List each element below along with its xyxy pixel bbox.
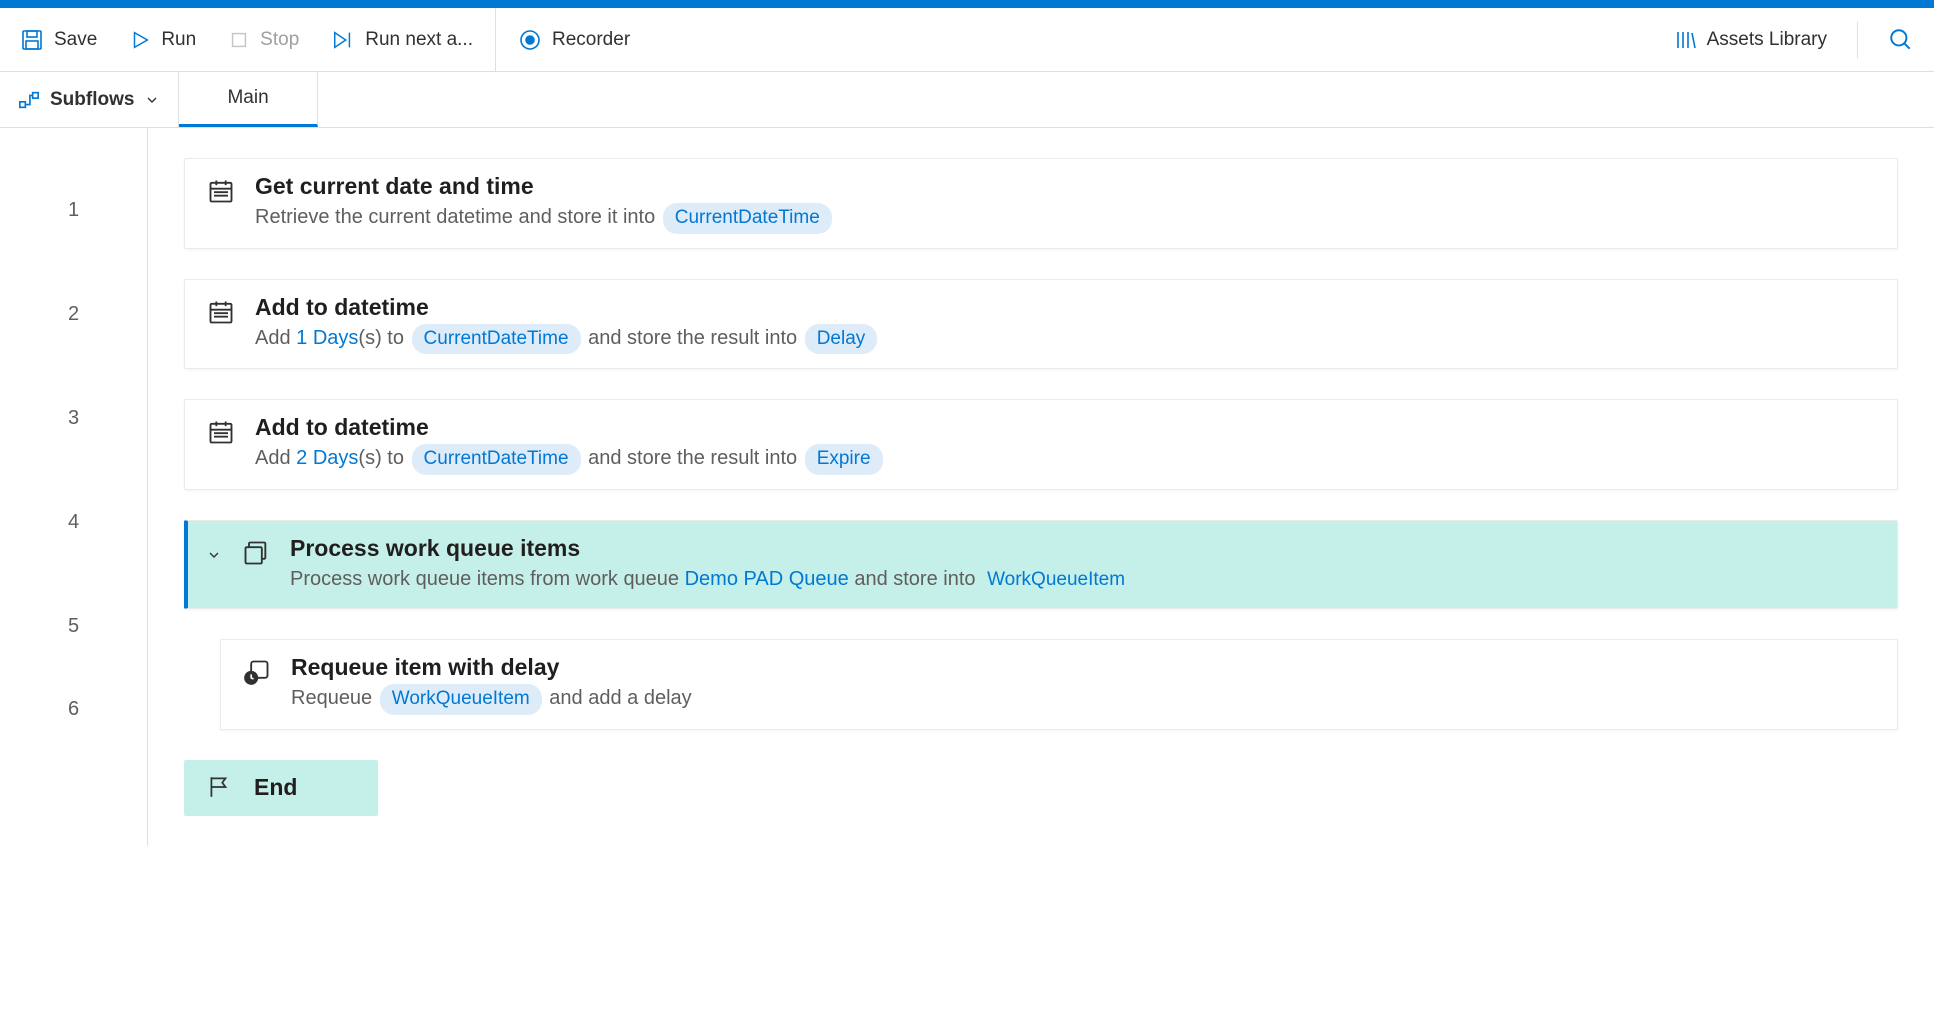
toolbar-divider-right: [1857, 22, 1858, 58]
line-number: 5: [0, 574, 147, 678]
step-title: Add to datetime: [255, 414, 1875, 441]
flow-icon: [18, 89, 40, 111]
stop-icon: [228, 29, 250, 51]
variable-pill[interactable]: CurrentDateTime: [663, 203, 832, 234]
search-button[interactable]: [1884, 21, 1918, 59]
library-icon: [1673, 28, 1697, 52]
variable-pill[interactable]: WorkQueueItem: [380, 684, 542, 715]
step-body: Get current date and time Retrieve the c…: [255, 173, 1875, 234]
step-title: End: [254, 774, 297, 801]
value-text: 1 Days: [296, 327, 358, 349]
save-button[interactable]: Save: [16, 22, 101, 58]
step-title: Get current date and time: [255, 173, 1875, 200]
step-description: Requeue WorkQueueItem and add a delay: [291, 683, 1875, 715]
record-icon: [518, 28, 542, 52]
calendar-icon: [207, 418, 235, 446]
subflow-bar: Subflows Main: [0, 72, 1934, 128]
run-next-button[interactable]: Run next a...: [327, 23, 477, 57]
step-description: Retrieve the current datetime and store …: [255, 202, 1875, 234]
queue-name: Demo PAD Queue: [685, 568, 849, 590]
step-process-queue[interactable]: Process work queue items Process work qu…: [184, 520, 1898, 610]
run-next-label: Run next a...: [365, 29, 473, 51]
line-gutter: 1 2 3 4 5 6: [0, 128, 148, 846]
line-number: 1: [0, 158, 147, 262]
chevron-down-icon: [144, 92, 160, 108]
calendar-icon: [207, 298, 235, 326]
line-number: 6: [0, 678, 147, 740]
toolbar-left-group: Save Run Stop Run next a...: [16, 22, 477, 58]
variable-pill[interactable]: CurrentDateTime: [412, 324, 581, 355]
stop-label: Stop: [260, 29, 299, 51]
line-number: 3: [0, 366, 147, 470]
subflows-label: Subflows: [50, 89, 134, 111]
run-label: Run: [161, 29, 196, 51]
line-number: 4: [0, 470, 147, 574]
step-description: Process work queue items from work queue…: [290, 564, 1875, 595]
toolbar-right-group: Assets Library: [1669, 21, 1918, 59]
steps-area: Get current date and time Retrieve the c…: [148, 128, 1934, 846]
flag-icon: [206, 774, 234, 802]
variable-pill[interactable]: Expire: [805, 444, 883, 475]
toolbar-divider: [495, 8, 496, 72]
play-icon: [129, 29, 151, 51]
step-body: Requeue item with delay Requeue WorkQueu…: [291, 654, 1875, 715]
run-button[interactable]: Run: [125, 23, 200, 57]
queue-icon: [242, 539, 270, 567]
value-text: 2 Days: [296, 447, 358, 469]
play-next-icon: [331, 29, 355, 51]
step-title: Requeue item with delay: [291, 654, 1875, 681]
step-requeue-item[interactable]: Requeue item with delay Requeue WorkQueu…: [220, 639, 1898, 730]
step-description: Add 2 Days(s) to CurrentDateTime and sto…: [255, 443, 1875, 475]
collapse-toggle[interactable]: [206, 547, 222, 563]
step-body: Process work queue items Process work qu…: [290, 535, 1875, 595]
line-number: 2: [0, 262, 147, 366]
stop-button[interactable]: Stop: [224, 23, 303, 57]
variable-pill[interactable]: CurrentDateTime: [412, 444, 581, 475]
step-add-datetime-1[interactable]: Add to datetime Add 1 Days(s) to Current…: [184, 279, 1898, 370]
variable-pill[interactable]: Delay: [805, 324, 878, 355]
tab-main-label: Main: [227, 87, 268, 109]
save-icon: [20, 28, 44, 52]
tab-main[interactable]: Main: [179, 72, 317, 127]
assets-label: Assets Library: [1707, 29, 1827, 51]
requeue-icon: [243, 658, 271, 686]
step-title: Add to datetime: [255, 294, 1875, 321]
step-body: Add to datetime Add 1 Days(s) to Current…: [255, 294, 1875, 355]
step-add-datetime-2[interactable]: Add to datetime Add 2 Days(s) to Current…: [184, 399, 1898, 490]
step-title: Process work queue items: [290, 535, 1875, 562]
canvas: 1 2 3 4 5 6 Get current date and time Re…: [0, 128, 1934, 846]
toolbar: Save Run Stop Run next a... Recorder: [0, 8, 1934, 72]
search-icon: [1888, 27, 1914, 53]
recorder-label: Recorder: [552, 29, 630, 51]
calendar-icon: [207, 177, 235, 205]
step-description: Add 1 Days(s) to CurrentDateTime and sto…: [255, 323, 1875, 355]
step-get-datetime[interactable]: Get current date and time Retrieve the c…: [184, 158, 1898, 249]
step-body: Add to datetime Add 2 Days(s) to Current…: [255, 414, 1875, 475]
save-label: Save: [54, 29, 97, 51]
assets-library-button[interactable]: Assets Library: [1669, 22, 1831, 58]
recorder-button[interactable]: Recorder: [514, 22, 634, 58]
window-accent-bar: [0, 0, 1934, 8]
subflows-dropdown[interactable]: Subflows: [0, 72, 179, 127]
step-end[interactable]: End: [184, 760, 378, 816]
variable-pill[interactable]: WorkQueueItem: [983, 566, 1129, 595]
